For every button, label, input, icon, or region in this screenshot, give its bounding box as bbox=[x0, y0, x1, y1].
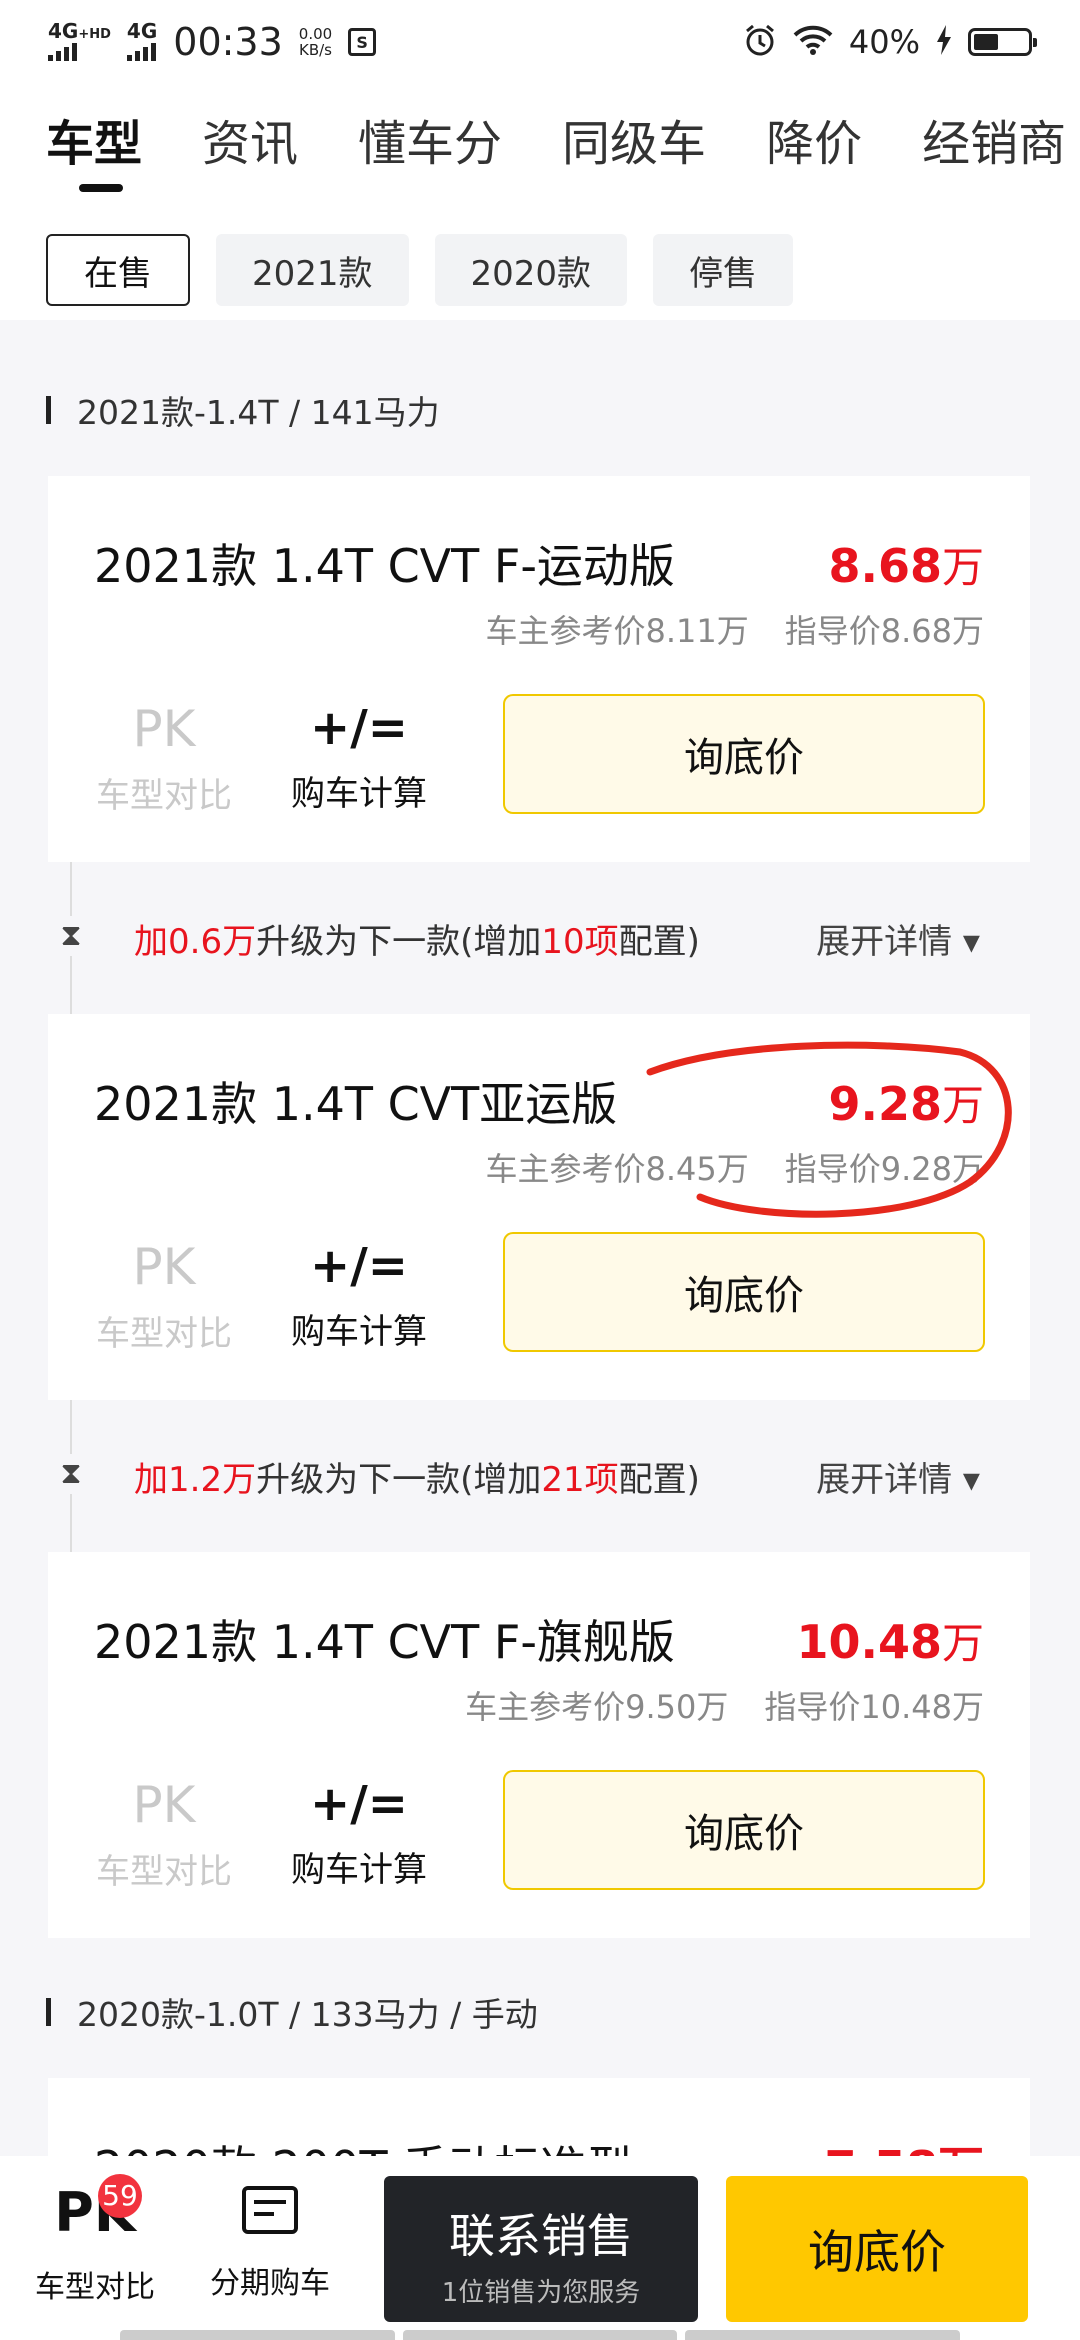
upgrade-row[interactable]: ⧗ 加0.6万升级为下一款(增加10项配置) 展开详情 ▾ bbox=[48, 862, 1030, 1014]
guide-price: 指导价10.48万 bbox=[764, 1688, 984, 1726]
owner-price: 车主参考价8.45万 bbox=[485, 1150, 749, 1188]
filter-chips: 在售 2021款 2020款 停售 bbox=[46, 234, 794, 306]
inquire-price-button[interactable]: 询底价 bbox=[503, 1232, 985, 1352]
model-card[interactable]: 2021款 1.4T CVT亚运版 9.28万 车主参考价8.45万 指导价9.… bbox=[48, 1014, 1030, 1400]
filter-2020[interactable]: 2020款 bbox=[434, 234, 628, 306]
calculator-button[interactable]: +/= 购车计算 bbox=[284, 1242, 434, 1353]
tab-competitors[interactable]: 同级车 bbox=[562, 104, 706, 174]
group-title: 2021款-1.4T / 141马力 bbox=[46, 386, 440, 434]
price-details: 车主参考价9.50万 指导价10.48万 bbox=[465, 1682, 984, 1728]
bottom-bar: PK 59 车型对比 分期购车 联系销售 1位销售为您服务 询底价 bbox=[0, 2156, 1080, 2340]
guide-price: 指导价9.28万 bbox=[784, 1150, 984, 1188]
tab-dealers[interactable]: 经销商 bbox=[922, 104, 1066, 174]
inquire-price-button[interactable]: 询底价 bbox=[503, 694, 985, 814]
installment-button[interactable]: 分期购车 bbox=[200, 2186, 340, 2302]
tab-score[interactable]: 懂车分 bbox=[358, 104, 502, 174]
price-details: 车主参考价8.11万 指导价8.68万 bbox=[485, 606, 984, 652]
filter-on-sale[interactable]: 在售 bbox=[46, 234, 190, 306]
compare-models-button[interactable]: PK 59 车型对比 bbox=[30, 2174, 160, 2306]
tab-news[interactable]: 资讯 bbox=[202, 104, 298, 174]
signal-bars-icon bbox=[48, 41, 77, 61]
status-time: 00:33 bbox=[173, 20, 283, 64]
model-name: 2021款 1.4T CVT F-运动版 bbox=[94, 539, 675, 593]
alarm-icon bbox=[743, 23, 777, 61]
filter-discontinued[interactable]: 停售 bbox=[653, 234, 794, 306]
upgrade-text: 加0.6万升级为下一款(增加10项配置) bbox=[134, 922, 700, 962]
bottom-inquire-price-button[interactable]: 询底价 bbox=[726, 2176, 1028, 2322]
model-price: 9.28万 bbox=[828, 1077, 984, 1131]
model-price: 10.48万 bbox=[796, 1615, 984, 1669]
inquire-price-button[interactable]: 询底价 bbox=[503, 1770, 985, 1890]
tab-price-drop[interactable]: 降价 bbox=[766, 104, 862, 174]
model-card[interactable]: 2021款 1.4T CVT F-旗舰版 10.48万 车主参考价9.50万 指… bbox=[48, 1552, 1030, 1938]
calculator-button[interactable]: +/= 购车计算 bbox=[284, 704, 434, 815]
filter-2021[interactable]: 2021款 bbox=[216, 234, 409, 306]
guide-price: 指导价8.68万 bbox=[784, 612, 984, 650]
main-tabs: 车型 资讯 懂车分 同级车 降价 经销商 bbox=[46, 104, 1080, 192]
calculator-button[interactable]: +/= 购车计算 bbox=[284, 1780, 434, 1891]
charging-icon bbox=[936, 25, 952, 59]
calculator-icon: +/= bbox=[310, 700, 408, 756]
group-title: 2020款-1.0T / 133马力 / 手动 bbox=[46, 1988, 538, 2036]
model-name: 2021款 1.4T CVT亚运版 bbox=[94, 1077, 618, 1131]
status-bar: 4G+HD 4G 00:33 0.00 KB/s S 40% bbox=[0, 0, 1080, 84]
notification-icon: S bbox=[348, 28, 377, 56]
signal-bars-icon bbox=[126, 41, 156, 61]
battery-percent: 40% bbox=[848, 23, 920, 61]
expand-details-link[interactable]: 展开详情 ▾ bbox=[816, 1452, 980, 1501]
expand-arrows-icon: ⧗ bbox=[56, 916, 86, 956]
contact-sales-button[interactable]: 联系销售 1位销售为您服务 bbox=[384, 2176, 698, 2322]
price-details: 车主参考价8.45万 指导价9.28万 bbox=[485, 1144, 984, 1190]
owner-price: 车主参考价8.11万 bbox=[485, 612, 749, 650]
owner-price: 车主参考价9.50万 bbox=[465, 1688, 729, 1726]
installment-icon bbox=[242, 2186, 298, 2234]
calculator-icon: +/= bbox=[310, 1776, 408, 1832]
compare-button[interactable]: PK 车型对比 bbox=[94, 704, 234, 817]
calculator-icon: +/= bbox=[310, 1238, 408, 1294]
compare-button[interactable]: PK 车型对比 bbox=[94, 1242, 234, 1355]
wifi-icon bbox=[793, 24, 833, 60]
tab-models[interactable]: 车型 bbox=[46, 104, 142, 192]
expand-details-link[interactable]: 展开详情 ▾ bbox=[816, 914, 980, 963]
expand-arrows-icon: ⧗ bbox=[56, 1454, 86, 1494]
upgrade-text: 加1.2万升级为下一款(增加21项配置) bbox=[134, 1460, 700, 1500]
compare-count-badge: 59 bbox=[98, 2174, 142, 2218]
upgrade-row[interactable]: ⧗ 加1.2万升级为下一款(增加21项配置) 展开详情 ▾ bbox=[48, 1400, 1030, 1552]
signal-2: 4G bbox=[126, 21, 157, 64]
compare-button[interactable]: PK 车型对比 bbox=[94, 1780, 234, 1893]
header: 车型 资讯 懂车分 同级车 降价 经销商 在售 2021款 2020款 停售 bbox=[0, 84, 1080, 320]
gesture-bar bbox=[120, 2330, 961, 2340]
model-price: 8.68万 bbox=[828, 539, 984, 593]
signal-1: 4G+HD bbox=[48, 21, 111, 64]
network-speed: 0.00 KB/s bbox=[298, 24, 333, 59]
model-name: 2021款 1.4T CVT F-旗舰版 bbox=[94, 1615, 675, 1669]
battery-icon bbox=[968, 28, 1037, 56]
model-card[interactable]: 2021款 1.4T CVT F-运动版 8.68万 车主参考价8.11万 指导… bbox=[48, 476, 1030, 862]
